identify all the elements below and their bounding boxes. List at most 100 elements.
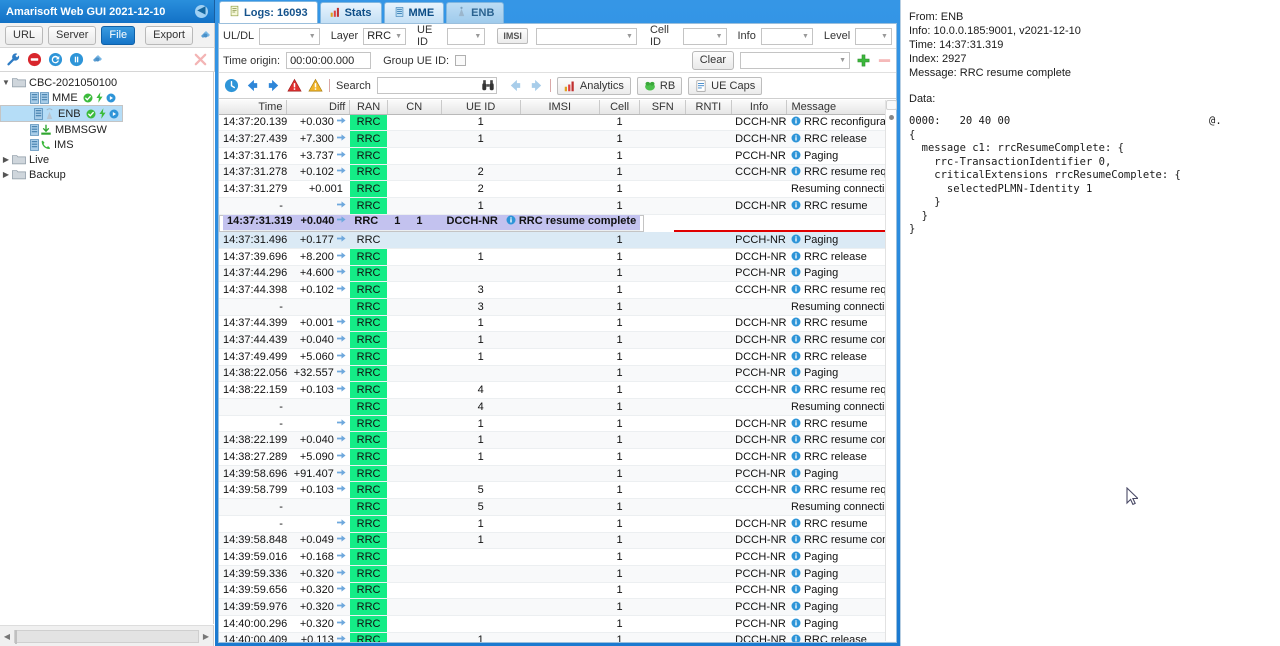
tree-item-backup[interactable]: ▶ Backup <box>0 167 213 182</box>
table-row[interactable]: 14:37:31.319 +0.040 RRC 1 1 DCCH-NR RRC resume… <box>219 214 645 232</box>
wrench-icon[interactable] <box>6 52 21 67</box>
chevron-right-icon[interactable]: ▶ <box>0 155 12 164</box>
close-icon[interactable] <box>193 52 208 67</box>
chevron-down-icon[interactable]: ▼ <box>0 78 12 87</box>
bolt-icon[interactable] <box>96 92 103 103</box>
arrow-left-icon[interactable] <box>245 78 260 93</box>
binoculars-icon[interactable] <box>481 78 496 93</box>
column-header-imsi[interactable]: IMSI <box>520 100 600 115</box>
arrow-right-icon[interactable] <box>266 78 281 93</box>
column-header-cell[interactable]: Cell <box>599 100 641 115</box>
file-button[interactable]: File <box>101 25 136 45</box>
search-next-icon[interactable] <box>529 78 544 93</box>
tab-stats[interactable]: Stats <box>319 2 382 23</box>
uecaps-button[interactable]: UE Caps <box>688 76 763 95</box>
tree-item-mme[interactable]: ▶MME <box>0 90 213 105</box>
table-row[interactable]: 14:37:44.296 +4.600 RRC 1 PCCH-NR Paging <box>219 265 896 283</box>
tree-item-ims[interactable]: ▶IMS <box>0 137 213 152</box>
table-row[interactable]: 14:38:22.199 +0.040 RRC 1 1 DCCH-NR RRC resume… <box>219 431 896 450</box>
play-icon[interactable] <box>109 109 119 119</box>
scroll-thumb[interactable] <box>15 629 17 644</box>
tree-item-mbmsgw[interactable]: ▶MBMSGW <box>0 122 213 137</box>
sidebar-horizontal-scrollbar[interactable]: ◀ ▶ <box>0 625 214 646</box>
search-input[interactable] <box>376 77 497 94</box>
table-row[interactable]: 14:37:49.499 +5.060 RRC 1 1 DCCH-NR RRC releas… <box>219 348 896 366</box>
table-row[interactable]: - RRC 3 1 Resuming connection of ue_id 0x000… <box>219 298 896 316</box>
table-row[interactable]: 14:37:44.398 +0.102 RRC 3 1 CCCH-NR RRC resume… <box>219 281 896 299</box>
table-row[interactable]: 14:39:58.848 +0.049 RRC 1 1 DCCH-NR RRC resume… <box>219 532 896 550</box>
table-row[interactable]: 14:39:59.656 +0.320 RRC 1 PCCH-NR Paging <box>219 582 896 600</box>
table-row[interactable]: - RRC 4 1 Resuming connection of ue_id 0x000… <box>219 398 896 416</box>
column-header-sfn[interactable]: SFN <box>639 100 687 115</box>
table-row[interactable]: 14:38:27.289 +5.090 RRC 1 1 DCCH-NR RRC releas… <box>219 448 896 466</box>
table-row[interactable]: 14:40:00.409 +0.113 RRC 1 1 DCCH-NR RRC releas… <box>219 632 896 642</box>
play-icon[interactable] <box>106 93 116 103</box>
table-row[interactable]: 14:37:31.496 +0.177 RRC 1 PCCH-NR Paging <box>219 231 896 249</box>
table-row[interactable]: 14:37:44.399 +0.001 RRC 1 1 DCCH-NR RRC resume <box>219 315 896 333</box>
table-row[interactable]: - RRC 1 1 DCCH-NR RRC resume <box>219 415 896 433</box>
check-icon[interactable] <box>86 109 96 119</box>
uldl-select[interactable]: ▼ <box>259 27 320 45</box>
info-icon[interactable] <box>69 52 84 67</box>
plus-icon[interactable] <box>856 53 871 68</box>
table-row[interactable]: - RRC 1 1 DCCH-NR RRC resume <box>219 197 896 215</box>
scroll-left-icon[interactable]: ◀ <box>0 632 14 641</box>
tab-logs-16093[interactable]: Logs: 16093 <box>219 1 318 23</box>
minus-icon[interactable] <box>877 53 892 68</box>
ueid-select[interactable]: ▼ <box>446 27 486 45</box>
server-button[interactable]: Server <box>48 25 97 45</box>
cellid-select[interactable]: ▼ <box>682 27 727 45</box>
log-table-container[interactable]: Time Diff RAN CN UE ID IMSI Cell SFN RNTI Info Mes… <box>219 100 896 642</box>
table-row[interactable]: 14:39:58.696 +91.407 RRC 1 PCCH-NR Paging <box>219 465 896 483</box>
table-row[interactable]: 14:37:20.139 +0.030 RRC 1 1 DCCH-NR RRC reconf… <box>219 114 896 132</box>
tab-enb[interactable]: ENB <box>446 2 505 23</box>
preset-select[interactable]: ▼ <box>740 52 850 69</box>
time-origin-input[interactable]: 00:00:00.000 <box>286 52 372 69</box>
url-button[interactable]: URL <box>5 25 44 45</box>
column-header-cn[interactable]: CN <box>387 100 442 115</box>
table-row[interactable]: 14:39:58.799 +0.103 RRC 5 1 CCCH-NR RRC resume… <box>219 481 896 500</box>
clear-button[interactable]: Clear <box>691 51 734 70</box>
table-row[interactable]: - RRC 5 1 Resuming connection of ue_id 0x000… <box>219 498 896 516</box>
error-triangle-icon[interactable] <box>287 78 302 93</box>
scroll-track[interactable] <box>14 629 199 644</box>
warning-triangle-icon[interactable] <box>308 78 323 93</box>
info-select[interactable]: ▼ <box>760 27 813 45</box>
imsi-button[interactable]: IMSI <box>497 28 528 44</box>
table-row[interactable]: 14:37:39.696 +8.200 RRC 1 1 DCCH-NR RRC releas… <box>219 248 896 266</box>
group-ueid-checkbox[interactable] <box>455 55 467 66</box>
plug-icon[interactable] <box>198 28 213 43</box>
table-row[interactable]: 14:37:31.279 +0.001 RRC 2 1 Resuming connecti… <box>219 180 896 198</box>
layer-select[interactable]: RRC ▼ <box>363 27 406 45</box>
clock-icon[interactable] <box>224 78 239 93</box>
stop-icon[interactable] <box>27 52 42 67</box>
table-vertical-scrollbar[interactable] <box>885 100 897 641</box>
column-header-ue-id[interactable]: UE ID <box>441 100 521 115</box>
column-header-ran[interactable]: RAN <box>349 100 388 115</box>
tree-item-enb[interactable]: ▶ENB <box>0 105 123 122</box>
level-select[interactable]: ▼ <box>855 27 892 45</box>
plug-icon[interactable] <box>90 52 105 67</box>
rb-button[interactable]: RB <box>636 76 683 95</box>
column-header-diff[interactable]: Diff <box>286 100 351 115</box>
table-row[interactable]: 14:39:59.016 +0.168 RRC 1 PCCH-NR Paging <box>219 548 896 566</box>
check-icon[interactable] <box>83 93 93 103</box>
table-row[interactable]: 14:37:31.278 +0.102 RRC 2 1 CCCH-NR RRC resume… <box>219 164 896 182</box>
tree-item-live[interactable]: ▶ Live <box>0 152 213 167</box>
node-tree[interactable]: ▼CBC-2021050100▶MME▶ENB▶MBMSGW▶IMS▶Live▶… <box>0 72 214 624</box>
table-row[interactable]: 14:37:44.439 +0.040 RRC 1 1 DCCH-NR RRC resume… <box>219 331 896 349</box>
table-row[interactable]: 14:37:31.176 +3.737 RRC 1 PCCH-NR Paging <box>219 147 896 165</box>
table-row[interactable]: 14:38:22.056 +32.557 RRC 1 PCCH-NR Paging <box>219 365 896 383</box>
search-prev-icon[interactable] <box>508 78 523 93</box>
table-row[interactable]: 14:40:00.296 +0.320 RRC 1 PCCH-NR Paging <box>219 615 896 633</box>
bolt-icon[interactable] <box>99 108 106 119</box>
column-header-rnti[interactable]: RNTI <box>685 100 732 115</box>
table-row[interactable]: 14:39:59.336 +0.320 RRC 1 PCCH-NR Paging <box>219 565 896 583</box>
imsi-select[interactable]: ▼ <box>535 27 637 45</box>
export-button[interactable]: Export <box>145 25 193 45</box>
chevron-right-icon[interactable]: ▶ <box>0 170 12 179</box>
table-row[interactable]: 14:37:27.439 +7.300 RRC 1 1 DCCH-NR RRC releas… <box>219 130 896 148</box>
tab-mme[interactable]: MME <box>383 2 445 23</box>
chevron-left-icon[interactable]: ◀ <box>195 5 208 18</box>
column-header-time[interactable]: Time <box>219 100 288 115</box>
